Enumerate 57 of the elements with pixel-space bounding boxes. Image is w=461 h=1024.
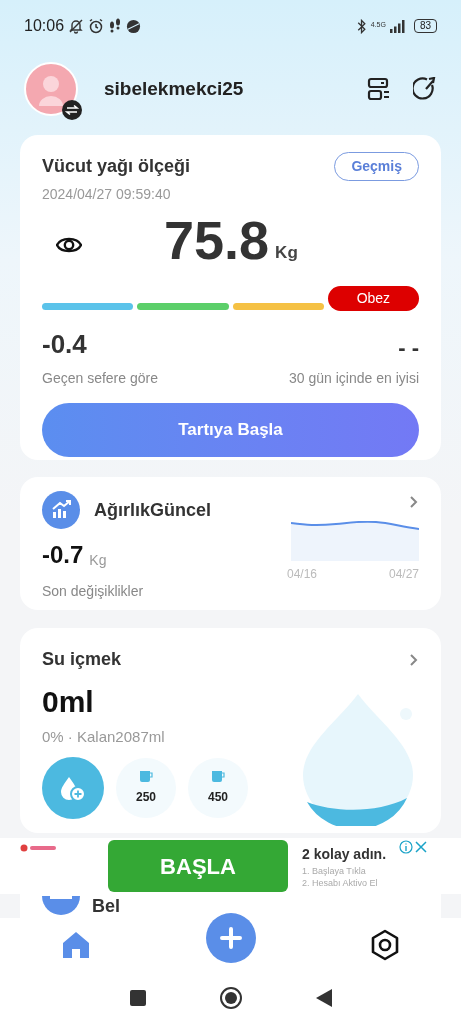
change-value: -0.4 <box>42 328 87 361</box>
eye-icon[interactable] <box>56 235 82 255</box>
ad-step-text: 2. Hesabı Aktivo El <box>302 876 379 889</box>
recent-apps-icon[interactable] <box>128 989 147 1007</box>
username: sibelekmekci25 <box>104 76 244 101</box>
water-amount: 0ml <box>42 684 95 720</box>
weight-change-value: -0.7 <box>42 540 84 570</box>
status-time: 10:06 <box>24 16 65 36</box>
weight-change-unit: Kg <box>89 551 107 570</box>
ad-logo-icon <box>20 844 56 852</box>
history-button[interactable]: Geçmiş <box>334 152 419 181</box>
cup-size-button[interactable]: 250 <box>116 757 176 818</box>
info-icon[interactable] <box>399 840 413 854</box>
card-title: Vücut yağı ölçeği <box>42 155 191 178</box>
card-title: AğırlıkGüncel <box>94 498 212 522</box>
cup-size-button[interactable]: 450 <box>188 757 248 818</box>
cup-icon <box>211 769 225 782</box>
add-icon[interactable] <box>205 913 256 963</box>
back-icon[interactable] <box>314 988 333 1008</box>
close-icon[interactable] <box>415 841 427 853</box>
home-icon[interactable] <box>60 929 92 961</box>
axis-label: 04/27 <box>388 566 419 583</box>
ad-step-text: 1. Başlaya Tıkla <box>302 864 367 877</box>
water-summary: 0% · Kalan2087ml <box>42 727 166 747</box>
muted-bell-icon <box>68 18 85 34</box>
footsteps-icon <box>108 18 123 34</box>
chart-up-icon <box>42 491 80 529</box>
refresh-icon[interactable] <box>413 77 437 101</box>
weight-value: 75.8 <box>164 209 270 271</box>
home-button-icon[interactable] <box>218 986 243 1010</box>
planet-icon <box>126 18 142 34</box>
chevron-right-icon <box>409 652 419 667</box>
ad-headline: 2 kolay adın. <box>302 844 387 864</box>
waist-card[interactable]: Bel <box>20 894 441 918</box>
switch-account-icon[interactable] <box>62 100 82 120</box>
advertisement-banner[interactable]: BAŞLA 2 kolay adın. 1. Başlaya Tıkla 2. Hesabı Aktivo El <box>0 838 461 894</box>
cup-icon <box>139 769 153 782</box>
change-label: Geçen sefere göre <box>42 369 158 388</box>
best-value: - - <box>398 334 419 362</box>
layout-icon[interactable] <box>367 77 391 101</box>
weight-unit: Kg <box>275 241 298 264</box>
timestamp: 2024/04/27 09:59:40 <box>42 185 172 204</box>
weight-trend-card[interactable]: AğırlıkGüncel -0.7 Kg Son değişiklikler 04/16 04/27 <box>20 477 441 610</box>
water-card[interactable]: Su içmek 0ml 0% · Kalan2087ml 250 450 <box>20 628 441 833</box>
change-caption: Son değişiklikler <box>42 582 145 601</box>
alarm-icon <box>88 18 105 34</box>
axis-label: 04/16 <box>287 566 318 583</box>
bluetooth-icon <box>356 18 367 34</box>
bmi-category-badge: Obez <box>327 286 419 311</box>
card-title: Bel <box>92 896 120 916</box>
settings-icon[interactable] <box>369 929 401 961</box>
chevron-right-icon <box>409 495 419 509</box>
card-title: Su içmek <box>42 648 122 671</box>
signal-icon <box>389 19 406 33</box>
battery-level: 83 <box>413 19 437 33</box>
best-label: 30 gün içinde en iyisi <box>289 369 419 388</box>
person-silhouette-icon <box>38 74 64 106</box>
